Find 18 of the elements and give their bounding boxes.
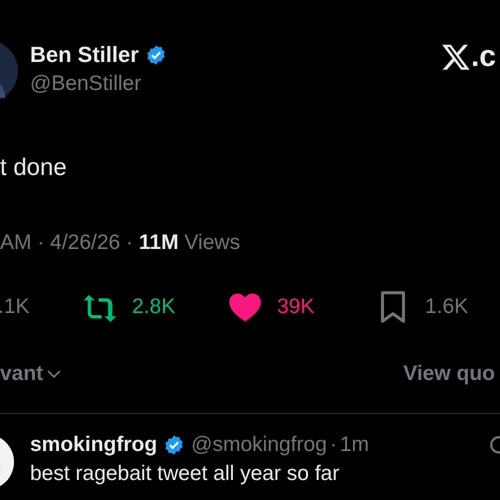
reply-handle: @smokingfrog bbox=[191, 433, 327, 457]
view-quotes-link[interactable]: View quo bbox=[403, 362, 495, 386]
like-count: 39K bbox=[277, 295, 314, 319]
sort-menu[interactable]: vant bbox=[0, 362, 62, 386]
x-logo-icon bbox=[440, 42, 471, 72]
separator-dot: · bbox=[330, 433, 337, 457]
reply-author-name: smokingfrog bbox=[30, 433, 158, 457]
tweet-meta: AM · 4/26/26 · 11M Views bbox=[0, 231, 242, 256]
retweet-count: 2.8K bbox=[132, 295, 176, 319]
reply-text: best ragebait tweet all year so far bbox=[30, 462, 340, 486]
reply-time: 1m bbox=[340, 433, 370, 457]
reply-count: .1K bbox=[0, 295, 30, 319]
bookmark-count: 1.6K bbox=[425, 295, 468, 319]
author-name: Ben Stiller bbox=[30, 42, 139, 68]
chevron-down-icon bbox=[47, 369, 62, 379]
tweet-text: t done bbox=[0, 154, 68, 183]
author-handle: @BenStiller bbox=[30, 72, 142, 96]
site-domain: .c bbox=[470, 40, 496, 74]
